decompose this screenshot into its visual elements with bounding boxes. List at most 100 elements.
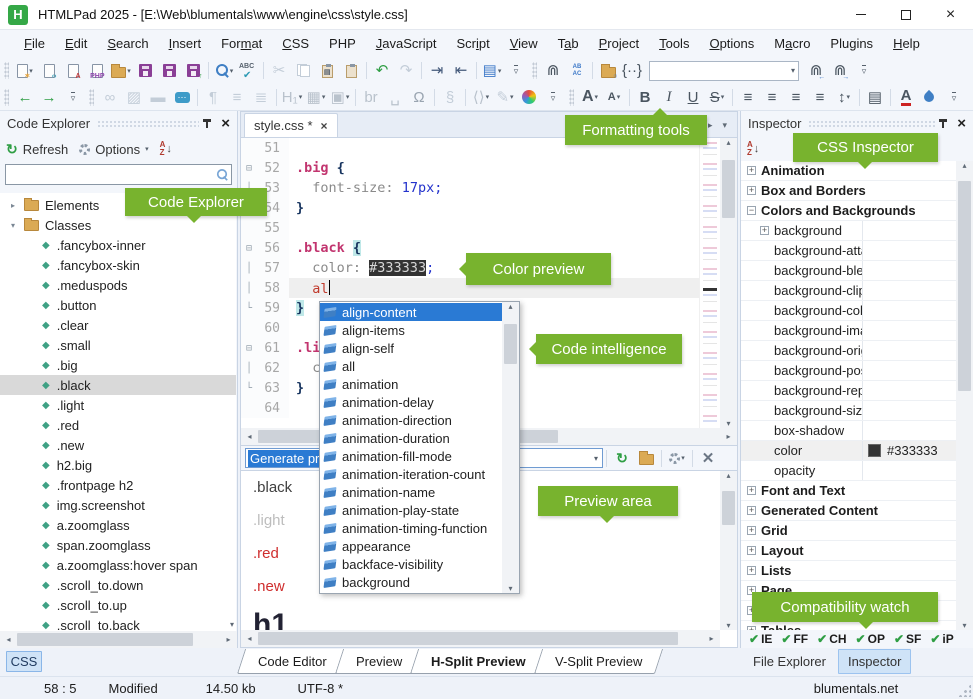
- preview-v-scrollbar[interactable]: ▴ ▾: [720, 471, 737, 630]
- tree-item-class[interactable]: ◆ a.zoomglass:hover span: [0, 555, 236, 575]
- inspector-row[interactable]: + Layout: [741, 541, 956, 561]
- inspector-row[interactable]: − Colors and Backgrounds: [741, 201, 956, 221]
- inspector-row[interactable]: + Font and Text: [741, 481, 956, 501]
- encoding[interactable]: UTF-8 *: [298, 681, 344, 696]
- property-value[interactable]: #333333: [887, 443, 938, 458]
- nbsp-button[interactable]: ␣: [383, 86, 407, 109]
- fold-marker[interactable]: ⊟: [241, 238, 257, 258]
- save-all-button[interactable]: [157, 59, 181, 82]
- pilcrow-button[interactable]: ¶: [201, 86, 225, 109]
- tree-item-class[interactable]: ◆ a.zoomglass: [0, 515, 236, 535]
- autocomplete-item[interactable]: animation-duration: [320, 429, 502, 447]
- menu-item[interactable]: Script: [446, 36, 499, 51]
- menu-item[interactable]: View: [500, 36, 548, 51]
- chevron-right-icon[interactable]: ▸: [8, 201, 18, 210]
- tree-item-class[interactable]: ◆ .scroll_to.back: [0, 615, 236, 631]
- inspector-row[interactable]: + Grid: [741, 521, 956, 541]
- tree-item-class[interactable]: ◆ span.zoomglass: [0, 535, 236, 555]
- autocomplete-item[interactable]: background: [320, 573, 502, 591]
- inspector-row[interactable]: background-blend-mode: [741, 261, 956, 281]
- minimap[interactable]: [699, 138, 720, 428]
- tree-item-class[interactable]: ◆ .clear: [0, 315, 236, 335]
- paste-button[interactable]: ▤: [315, 59, 339, 82]
- inspector-row[interactable]: + Generated Content: [741, 501, 956, 521]
- pin-icon[interactable]: [942, 119, 944, 128]
- autocomplete-item[interactable]: align-self: [320, 339, 502, 357]
- close-icon[interactable]: ×: [957, 116, 966, 131]
- cut-button[interactable]: ✂: [267, 59, 291, 82]
- tree-item-class[interactable]: ◆ .meduspods: [0, 275, 236, 295]
- code-snippets-button[interactable]: {··}: [620, 59, 644, 82]
- redo-button[interactable]: ↷: [394, 59, 418, 82]
- toolbar-overflow-button[interactable]: ▿: [504, 59, 528, 82]
- fold-marker[interactable]: ⊟: [241, 158, 257, 178]
- maximize-button[interactable]: [883, 0, 928, 30]
- refresh-button[interactable]: Refresh: [23, 142, 69, 157]
- indent-button[interactable]: ⇥: [425, 59, 449, 82]
- fold-marker[interactable]: [241, 138, 257, 158]
- autocomplete-item[interactable]: animation-delay: [320, 393, 502, 411]
- search-term-combo[interactable]: ▾: [649, 61, 799, 81]
- autocomplete-item[interactable]: animation-play-state: [320, 501, 502, 519]
- inspector-row[interactable]: + Tables: [741, 621, 956, 630]
- minimize-button[interactable]: [838, 0, 883, 30]
- preview-h-scrollbar[interactable]: ◂ ▸: [241, 630, 720, 647]
- scroll-down-icon[interactable]: ▾: [230, 620, 234, 629]
- format-brush-button[interactable]: ✎▾: [493, 86, 517, 109]
- menu-item[interactable]: Insert: [159, 36, 212, 51]
- inspector-row[interactable]: + background: [741, 221, 956, 241]
- explorer-search-input[interactable]: [5, 164, 232, 185]
- inspector-row[interactable]: background-image: [741, 321, 956, 341]
- menu-item[interactable]: File: [14, 36, 55, 51]
- underline-button[interactable]: U: [681, 86, 705, 109]
- inspector-v-scrollbar[interactable]: ▴ ▾: [956, 161, 973, 630]
- align-left-button[interactable]: ≡: [736, 86, 760, 109]
- expand-box-icon[interactable]: +: [747, 546, 756, 555]
- find-previous-button[interactable]: ⋒←: [804, 59, 828, 82]
- expand-box-icon[interactable]: −: [747, 206, 756, 215]
- search-button[interactable]: ▾: [212, 59, 236, 82]
- find-next-button[interactable]: ⋒→: [828, 59, 852, 82]
- heading-button[interactable]: H₁▾: [280, 86, 304, 109]
- inspector-row[interactable]: + Box and Borders: [741, 181, 956, 201]
- fold-marker[interactable]: │: [241, 258, 257, 278]
- color-picker-button[interactable]: [517, 86, 541, 109]
- save-remote-button[interactable]: ↑: [181, 59, 205, 82]
- view-mode-tab[interactable]: H-Split Preview: [410, 649, 547, 674]
- ordered-list-button[interactable]: ≣: [249, 86, 273, 109]
- code-line[interactable]: ⊟ 52 .big {: [241, 158, 737, 178]
- code-text[interactable]: .big {: [289, 160, 737, 176]
- pin-icon[interactable]: [206, 119, 208, 128]
- inspector-row[interactable]: background-repeat: [741, 381, 956, 401]
- side-panel-tab[interactable]: Inspector: [838, 649, 911, 674]
- view-mode-tab[interactable]: V-Split Preview: [533, 649, 663, 674]
- navigate-forward-button[interactable]: →: [37, 86, 61, 109]
- background-color-button[interactable]: [918, 86, 942, 109]
- preview-open-folder-button[interactable]: [634, 447, 658, 469]
- toolbar-overflow-button[interactable]: ▿: [852, 59, 876, 82]
- replace-button[interactable]: AB AC: [565, 59, 589, 82]
- autocomplete-item[interactable]: animation-name: [320, 483, 502, 501]
- autocomplete-item[interactable]: all: [320, 357, 502, 375]
- fold-marker[interactable]: └: [241, 298, 257, 318]
- unordered-list-button[interactable]: ≡: [225, 86, 249, 109]
- tree-item-class[interactable]: ◆ h2.big: [0, 455, 236, 475]
- explorer-h-scrollbar[interactable]: ◂ ▸: [0, 631, 237, 648]
- preview-close-button[interactable]: ✕: [696, 447, 720, 469]
- undo-button[interactable]: ↶: [370, 59, 394, 82]
- tree-item-class[interactable]: ◆ .fancybox-skin: [0, 255, 236, 275]
- side-panel-tab[interactable]: File Explorer: [744, 650, 835, 673]
- open-file-button[interactable]: ▾: [109, 59, 133, 82]
- new-style-document-button[interactable]: A: [61, 59, 85, 82]
- new-document-button[interactable]: ✶▾: [13, 59, 37, 82]
- navigate-back-button[interactable]: ←: [13, 86, 37, 109]
- fold-marker[interactable]: │: [241, 278, 257, 298]
- expand-box-icon[interactable]: +: [747, 166, 756, 175]
- frameset-button[interactable]: ▤▾: [480, 59, 504, 82]
- menu-item[interactable]: Plugins: [820, 36, 883, 51]
- comment-button[interactable]: [170, 86, 194, 109]
- options-button[interactable]: Options: [95, 142, 140, 157]
- preview-refresh-button[interactable]: ↻: [610, 447, 634, 469]
- autocomplete-item[interactable]: align-content: [320, 303, 502, 321]
- view-mode-tab[interactable]: Preview: [335, 649, 423, 674]
